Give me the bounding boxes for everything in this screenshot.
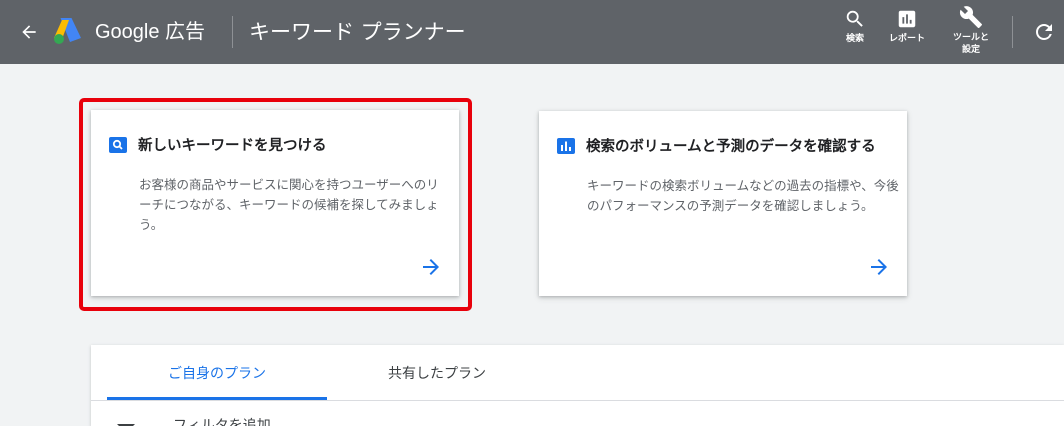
header-divider-right [1012, 16, 1013, 48]
refresh-button[interactable] [1032, 20, 1058, 46]
tab-my-plans[interactable]: ご自身のプラン [107, 345, 327, 400]
search-icon [846, 10, 863, 27]
tools-settings-label-line2: 設定 [961, 45, 980, 55]
filter-icon[interactable] [117, 421, 135, 426]
plans-panel: ご自身のプラン 共有したプラン フィルタを追加 [91, 345, 1064, 426]
google-ads-logo[interactable] [52, 16, 84, 46]
find-keywords-card[interactable]: 新しいキーワードを見つける お客様の商品やサービスに関心を持つユーザーへのリーチ… [91, 110, 459, 296]
header-divider [232, 16, 233, 48]
add-filter-button[interactable]: フィルタを追加 [173, 415, 271, 426]
tools-settings-label-line1: ツールと [952, 33, 989, 43]
report-tool-button[interactable]: レポート [883, 8, 931, 45]
arrow-forward-icon[interactable] [419, 255, 443, 279]
card-description: キーワードの検索ボリュームなどの過去の指標や、今後のパフォーマンスの予測データを… [587, 178, 899, 213]
tools-settings-button[interactable]: ツールと 設定 [945, 5, 997, 56]
back-button[interactable] [14, 16, 44, 48]
brand-name: Google 広告 [95, 21, 206, 43]
report-icon [898, 10, 916, 28]
refresh-icon [1036, 24, 1052, 40]
wrench-icon [959, 6, 982, 28]
arrow-back-icon [22, 25, 36, 39]
tab-shared-plans[interactable]: 共有したプラン [327, 345, 547, 400]
search-tool-button[interactable]: 検索 [838, 8, 872, 45]
panel-divider [91, 400, 1064, 401]
report-tool-label: レポート [888, 34, 925, 44]
bar-chart-icon [557, 138, 575, 154]
top-app-bar: Google 広告 キーワード プランナー 検索 レポート ツールと設定 [0, 0, 1064, 64]
search-icon [109, 137, 127, 153]
page-title: キーワード プランナー [249, 20, 466, 44]
tools-settings-label: ツールと 設定 [953, 32, 989, 56]
search-volume-forecast-card[interactable]: 検索のボリュームと予測のデータを確認する キーワードの検索ボリュームなどの過去の… [539, 111, 907, 296]
arrow-forward-icon[interactable] [867, 255, 891, 279]
search-tool-label: 検索 [845, 34, 864, 44]
card-title: 新しいキーワードを見つける [138, 138, 327, 154]
card-title: 検索のボリュームと予測のデータを確認する [586, 139, 876, 155]
card-description: お客様の商品やサービスに関心を持つユーザーへのリーチにつながる、キーワードの候補… [139, 177, 439, 232]
